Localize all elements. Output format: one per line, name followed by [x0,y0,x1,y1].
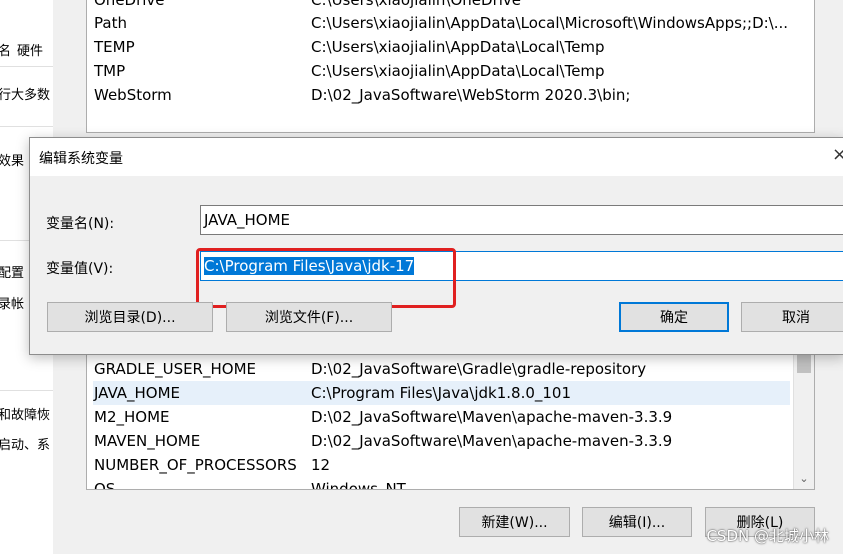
var-name: WebStorm [94,86,172,104]
list-item[interactable]: WebStorm D:\02_JavaSoftware\WebStorm 202… [93,83,790,107]
browse-directory-button[interactable]: 浏览目录(D)... [47,302,213,332]
text-fragment: 启动、系 [0,438,51,453]
vertical-scrollbar[interactable]: ⌄ [793,353,814,489]
var-value: D:\02_JavaSoftware\Maven\apache-maven-3.… [311,408,673,426]
var-name: TEMP [94,38,135,56]
edit-system-variable-dialog: 编辑系统变量 × 变量名(N): JAVA_HOME 变量值(V): C:\Pr… [29,137,843,355]
var-name: NUMBER_OF_PROCESSORS [94,456,297,474]
list-item[interactable]: TEMP C:\Users\xiaojialin\AppData\Local\T… [93,35,790,59]
text-fragment: 效果 [0,154,25,169]
dialog-title: 编辑系统变量 [39,151,123,167]
var-value: D:\02_JavaSoftware\Maven\apache-maven-3.… [311,432,673,450]
var-name: GRADLE_USER_HOME [94,360,256,378]
var-name: TMP [94,62,126,80]
var-value: D:\02_JavaSoftware\Gradle\gradle-reposit… [311,360,647,378]
list-item[interactable]: GRADLE_USER_HOME D:\02_JavaSoftware\Grad… [93,357,790,381]
var-value: C:\Program Files\Java\jdk1.8.0_101 [311,384,572,402]
browse-file-button[interactable]: 浏览文件(F)... [226,302,392,332]
scroll-thumb[interactable] [797,353,811,373]
variable-value-input[interactable]: C:\Program Files\Java\jdk-17 [200,251,843,281]
list-item[interactable]: OS Windows_NT [93,477,790,490]
text-fragment: 行大多数 [0,88,51,103]
scroll-down-icon[interactable]: ⌄ [794,472,814,485]
list-item[interactable]: NUMBER_OF_PROCESSORS 12 [93,453,790,477]
text-fragment: 和故障恢 [0,408,51,423]
var-name: M2_HOME [94,408,170,426]
var-value: C:\Users\xiaojialin\AppData\Local\Micros… [311,14,789,32]
var-value: 12 [311,456,331,474]
watermark: CSDN @北城小林 [706,527,829,545]
var-name: Path [94,14,127,32]
user-variables-list[interactable]: OneDrive C:\Users\xiaojialin\OneDrive Pa… [86,0,815,133]
var-name: OS [94,480,116,490]
var-value: C:\Users\xiaojialin\AppData\Local\Temp [311,62,605,80]
var-name: MAVEN_HOME [94,432,201,450]
tab-fragment[interactable]: 名 [0,40,11,59]
var-value: C:\Users\xiaojialin\AppData\Local\Temp [311,38,605,56]
list-item[interactable]: MAVEN_HOME D:\02_JavaSoftware\Maven\apac… [93,429,790,453]
close-icon[interactable]: × [832,144,843,165]
text-fragment: 录帐 [0,297,25,312]
dialog-titlebar[interactable]: 编辑系统变量 × [30,138,843,176]
list-item[interactable]: Path C:\Users\xiaojialin\AppData\Local\M… [93,11,790,35]
ok-button[interactable]: 确定 [619,302,729,332]
text-fragment: 配置 [0,266,25,281]
variable-value-label: 变量值(V): [46,261,114,277]
variable-name-label: 变量名(N): [46,216,115,232]
var-value: D:\02_JavaSoftware\WebStorm 2020.3\bin; [311,86,631,104]
selected-value-text: C:\Program Files\Java\jdk-17 [204,257,415,275]
list-item-selected[interactable]: JAVA_HOME C:\Program Files\Java\jdk1.8.0… [93,381,790,405]
tab-hardware[interactable]: 硬件 [17,40,43,59]
system-variables-list[interactable]: GRADLE_USER_HOME D:\02_JavaSoftware\Grad… [86,352,815,490]
cancel-button[interactable]: 取消 [741,302,843,332]
list-item[interactable]: TMP C:\Users\xiaojialin\AppData\Local\Te… [93,59,790,83]
var-value: Windows_NT [311,480,406,490]
edit-variable-button[interactable]: 编辑(I)... [582,507,692,537]
variable-name-input[interactable]: JAVA_HOME [200,205,843,235]
new-variable-button[interactable]: 新建(W)... [459,507,570,537]
var-name: JAVA_HOME [94,384,181,402]
list-item[interactable]: M2_HOME D:\02_JavaSoftware\Maven\apache-… [93,405,790,429]
